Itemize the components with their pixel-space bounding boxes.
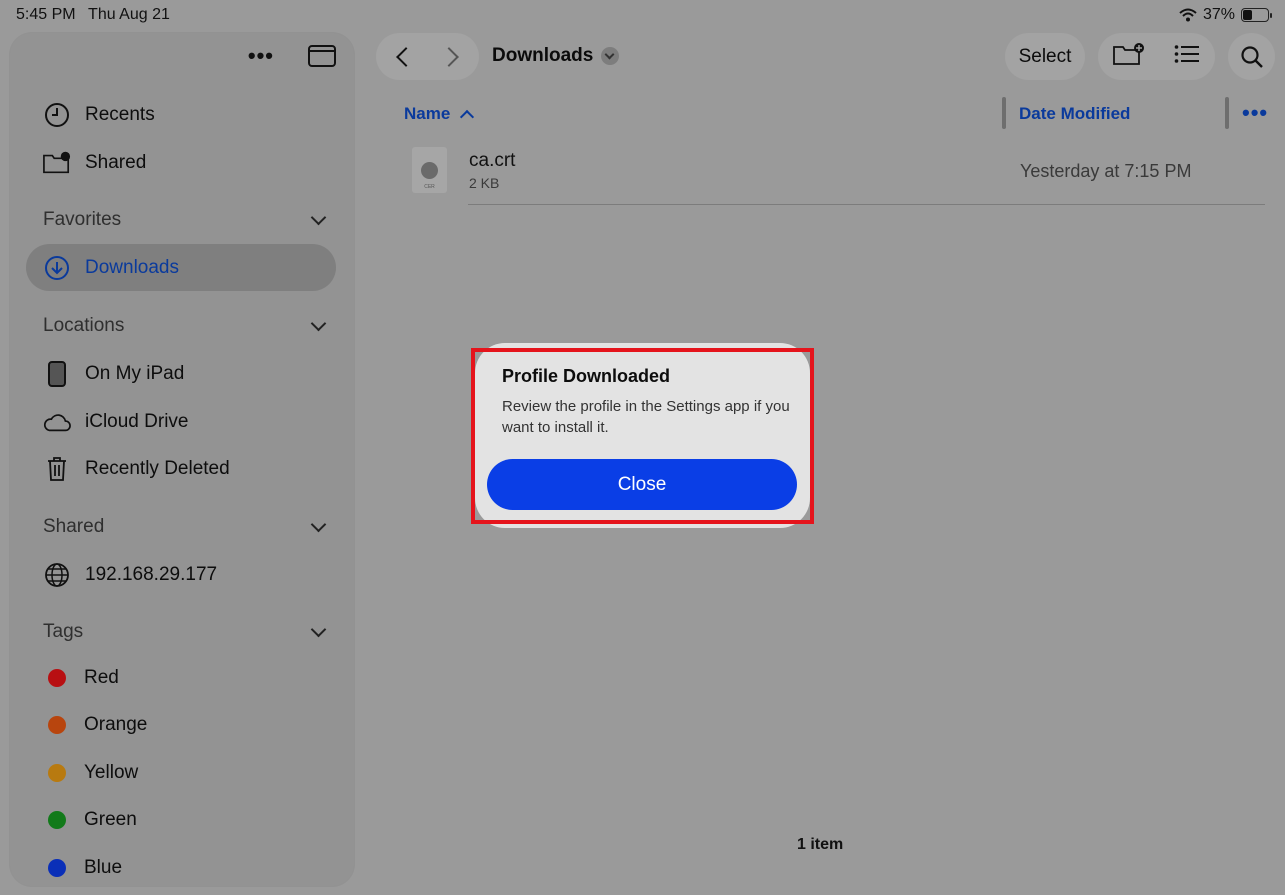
- file-date-modified: Yesterday at 7:15 PM: [1020, 161, 1192, 181]
- tag-dot-icon: [48, 811, 66, 829]
- sidebar-item-label: Red: [84, 667, 119, 688]
- trash-icon: [43, 455, 71, 483]
- toolbar-actions: [1098, 33, 1215, 80]
- chevron-down-icon[interactable]: [310, 209, 327, 225]
- list-view-icon[interactable]: [1174, 44, 1200, 70]
- file-name: ca.crt: [469, 150, 516, 171]
- sidebar-item-label: On My iPad: [85, 363, 185, 384]
- globe-icon: [43, 561, 71, 589]
- folder-title[interactable]: Downloads: [492, 45, 620, 67]
- chevron-down-icon[interactable]: [310, 621, 327, 637]
- chevron-down-icon[interactable]: [310, 516, 327, 532]
- status-time: 5:45 PM: [16, 6, 76, 23]
- section-title: Shared: [43, 516, 105, 537]
- section-title: Tags: [43, 621, 84, 642]
- column-divider[interactable]: [1002, 97, 1006, 129]
- download-icon: [43, 254, 71, 282]
- sidebar-tag-yellow[interactable]: Yellow: [43, 762, 138, 784]
- section-favorites[interactable]: Favorites: [43, 209, 327, 231]
- sidebar-item-on-my-ipad[interactable]: On My iPad: [43, 360, 184, 388]
- section-locations[interactable]: Locations: [43, 315, 327, 337]
- sidebar-item-label: iCloud Drive: [85, 411, 189, 432]
- more-options-icon[interactable]: •••: [248, 43, 274, 69]
- tag-dot-icon: [48, 764, 66, 782]
- page-title: Downloads: [492, 45, 594, 66]
- certificate-file-icon: CER: [412, 147, 447, 193]
- sidebar-item-shared[interactable]: Shared: [43, 149, 146, 177]
- back-arrow-icon[interactable]: [395, 46, 416, 67]
- section-title: Favorites: [43, 209, 122, 230]
- sidebar-item-recently-deleted[interactable]: Recently Deleted: [43, 455, 230, 483]
- sidebar-item-server[interactable]: 192.168.29.177: [43, 561, 217, 589]
- sidebar-item-label: 192.168.29.177: [85, 564, 218, 585]
- file-ext: CER: [424, 184, 435, 190]
- status-date: Thu Aug 21: [88, 6, 170, 23]
- tag-dot-icon: [48, 716, 66, 734]
- sidebar-top-controls: •••: [248, 43, 336, 69]
- sidebar-item-label: Recents: [85, 104, 155, 125]
- nav-button-group: [376, 33, 479, 80]
- more-columns-icon[interactable]: •••: [1242, 100, 1268, 126]
- file-size: 2 KB: [469, 175, 500, 191]
- sidebar-toggle-icon[interactable]: [308, 45, 336, 67]
- sidebar-tag-green[interactable]: Green: [43, 809, 137, 831]
- item-count: 1 item: [797, 836, 844, 853]
- sidebar-item-label: Recently Deleted: [85, 458, 230, 479]
- column-date-header[interactable]: Date Modified: [1019, 104, 1130, 124]
- clock-icon: [43, 101, 71, 129]
- select-button[interactable]: Select: [1005, 33, 1085, 80]
- sidebar-item-label: Orange: [84, 714, 148, 735]
- sidebar: ••• Recents Shared Favorites Downloads L…: [10, 33, 354, 886]
- row-divider: [468, 204, 1265, 205]
- sidebar-item-label: Blue: [84, 857, 123, 878]
- sidebar-item-label: Shared: [85, 152, 147, 173]
- shared-folder-icon: [43, 149, 71, 177]
- section-tags[interactable]: Tags: [43, 621, 327, 643]
- sidebar-item-downloads[interactable]: Downloads: [43, 254, 179, 282]
- sidebar-item-label: Green: [84, 809, 137, 830]
- search-button[interactable]: [1228, 33, 1275, 80]
- sidebar-item-icloud-drive[interactable]: iCloud Drive: [43, 408, 188, 436]
- chevron-up-icon: [460, 109, 475, 124]
- dialog-message: Review the profile in the Settings app i…: [502, 398, 790, 436]
- sidebar-tag-orange[interactable]: Orange: [43, 714, 147, 736]
- ipad-icon: [43, 360, 71, 388]
- section-title: Locations: [43, 315, 125, 336]
- column-divider[interactable]: [1225, 97, 1229, 129]
- battery-percent: 37%: [1202, 6, 1235, 23]
- sidebar-item-recents[interactable]: Recents: [43, 101, 155, 129]
- sidebar-tag-red[interactable]: Red: [43, 667, 119, 689]
- search-icon: [1240, 45, 1263, 68]
- battery-icon: [1241, 8, 1272, 22]
- dialog-title: Profile Downloaded: [502, 366, 671, 386]
- battery-fill: [1243, 10, 1252, 20]
- tag-dot-icon: [48, 669, 66, 687]
- wifi-icon: [1179, 8, 1197, 22]
- column-name-header[interactable]: Name: [404, 104, 475, 124]
- column-name-label: Name: [404, 104, 451, 123]
- chevron-down-icon[interactable]: [601, 47, 620, 65]
- cloud-icon: [43, 408, 71, 436]
- gear-icon: [421, 162, 438, 179]
- sidebar-item-label: Downloads: [85, 257, 179, 278]
- close-button[interactable]: Close: [487, 459, 797, 510]
- sidebar-tag-blue[interactable]: Blue: [43, 857, 122, 879]
- sidebar-item-label: Yellow: [84, 762, 139, 783]
- tag-dot-icon: [48, 859, 66, 877]
- forward-arrow-icon[interactable]: [439, 46, 460, 67]
- status-bar-left: 5:45 PM Thu Aug 21: [16, 6, 170, 24]
- chevron-down-icon[interactable]: [310, 315, 327, 331]
- status-bar-right: 37%: [1179, 6, 1272, 24]
- section-shared[interactable]: Shared: [43, 516, 327, 538]
- new-folder-icon[interactable]: [1112, 42, 1145, 72]
